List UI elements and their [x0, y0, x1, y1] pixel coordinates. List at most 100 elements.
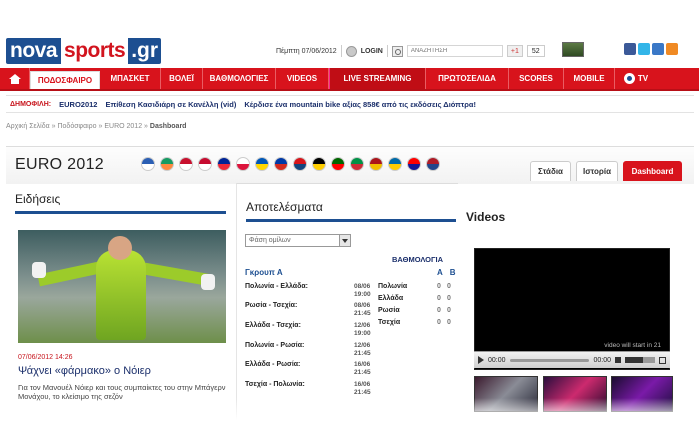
standings-b: 0 [447, 295, 451, 302]
news-section: Ειδήσεις [15, 192, 226, 214]
videos-section-title: Videos [466, 210, 506, 224]
nav-item-basketball[interactable]: ΜΠΑΣΚΕΤ [100, 68, 161, 89]
standings-team[interactable]: Τσεχία [378, 319, 400, 326]
search-icon[interactable] [391, 45, 403, 57]
photo-shape [141, 262, 209, 286]
flag-icon[interactable] [388, 157, 402, 171]
standings-team[interactable]: Ρωσία [378, 307, 400, 314]
news-headline[interactable]: Ψάχνει «φάρμακο» ο Νόιερ [18, 365, 151, 377]
photo-shape [96, 250, 146, 340]
match-datetime: 16/06 21:45 [354, 361, 371, 376]
match-datetime: 12/06 21:45 [354, 342, 371, 357]
team-flags [141, 157, 440, 171]
nav-item-scores[interactable]: SCORES [509, 68, 564, 89]
news-photo[interactable] [18, 230, 226, 343]
play-icon[interactable] [478, 356, 484, 364]
rss-icon[interactable] [666, 43, 678, 55]
phase-select[interactable]: Φάση ομίλων [245, 234, 351, 247]
match-teams[interactable]: Ελλάδα - Τσεχία: [245, 322, 301, 329]
facebook-icon[interactable] [624, 43, 636, 55]
nav-item-mobile[interactable]: MOBILE [564, 68, 615, 89]
flag-icon[interactable] [236, 157, 250, 171]
popular-bar: ΔΗΜΟΦΙΛΗ: EURO2012 Επίθεση Κασιδιάρη σε … [6, 95, 694, 113]
match-date: 12/06 [354, 342, 371, 349]
flag-icon[interactable] [160, 157, 174, 171]
nav-item-standings[interactable]: ΒΑΘΜΟΛΟΓΙΕΣ [203, 68, 276, 89]
tab-history[interactable]: Ιστορία [576, 161, 618, 181]
match-datetime: 08/06 21:45 [354, 302, 371, 317]
volume-icon[interactable] [615, 357, 621, 363]
breadcrumb-home[interactable]: Αρχική Σελίδα [6, 123, 50, 130]
flag-icon[interactable] [217, 157, 231, 171]
nav-item-football[interactable]: ΠΟΔΟΣΦΑΙΡΟ [30, 71, 100, 89]
flag-icon[interactable] [426, 157, 440, 171]
match-teams[interactable]: Πολωνία - Ρωσία: [245, 342, 304, 349]
flag-icon[interactable] [198, 157, 212, 171]
results-title-wrap: Αποτελέσματα [246, 200, 456, 222]
site-logo[interactable]: nova sports .gr [6, 38, 162, 64]
player-notice: video will start in 21 [604, 342, 661, 349]
chevron-down-icon[interactable] [339, 235, 350, 246]
standings-team[interactable]: Ελλάδα [378, 295, 403, 302]
match-teams[interactable]: Τσεχία - Πολωνία: [245, 381, 305, 388]
match-time: 21:45 [354, 388, 371, 396]
standings-team[interactable]: Πολωνία [378, 283, 407, 290]
nav-home[interactable] [0, 68, 30, 89]
popular-label: ΔΗΜΟΦΙΛΗ: [10, 100, 52, 108]
user-icon[interactable] [345, 45, 357, 57]
flag-icon[interactable] [255, 157, 269, 171]
logo-sports: sports [64, 39, 126, 62]
nav-item-live-streaming[interactable]: LIVE STREAMING [329, 68, 426, 89]
flag-icon[interactable] [312, 157, 326, 171]
nav-item-volleyball[interactable]: ΒΟΛΕΪ [161, 68, 203, 89]
flag-icon[interactable] [293, 157, 307, 171]
standings-a: 0 [437, 295, 441, 302]
google-plus-count: 52 [526, 45, 545, 57]
popular-link[interactable]: Κέρδισε ένα mountain bike αξίας 858€ από… [244, 100, 476, 109]
breadcrumb-euro[interactable]: EURO 2012 [104, 123, 142, 130]
login-link[interactable]: LOGIN [361, 48, 383, 55]
match-datetime: 12/06 19:00 [354, 322, 371, 337]
news-section-title: Ειδήσεις [15, 192, 226, 214]
twitter-icon[interactable] [638, 43, 650, 55]
header-ad-thumbnail[interactable] [562, 42, 584, 57]
flag-icon[interactable] [369, 157, 383, 171]
divider [386, 45, 388, 57]
nav-item-tv[interactable]: TV [615, 68, 657, 89]
tab-stadiums[interactable]: Στάδια [530, 161, 571, 181]
popular-link[interactable]: EURO2012 [59, 100, 97, 109]
match-teams[interactable]: Πολωνία - Ελλάδα: [245, 283, 308, 290]
standings-b: 0 [447, 283, 451, 290]
breadcrumb-football[interactable]: Ποδόσφαιρο [57, 123, 96, 130]
flag-icon[interactable] [350, 157, 364, 171]
standings-b: 0 [447, 307, 451, 314]
tab-dashboard[interactable]: Dashboard [623, 161, 682, 181]
flag-icon[interactable] [274, 157, 288, 171]
google-plus-button[interactable]: +1 [506, 45, 523, 57]
videos-section: Videos [466, 210, 680, 224]
col-a-label: A [437, 268, 443, 277]
player-seek-bar[interactable] [509, 358, 590, 362]
current-date: Πέμπτη 07/06/2012 [276, 47, 337, 55]
standings-a: 0 [437, 283, 441, 290]
flag-icon[interactable] [331, 157, 345, 171]
flag-icon[interactable] [179, 157, 193, 171]
phase-select-value: Φάση ομίλων [249, 237, 291, 244]
standings-columns-label: A B [437, 268, 456, 277]
search-input[interactable] [406, 45, 503, 57]
youtube-icon[interactable] [652, 43, 664, 55]
fullscreen-icon[interactable] [659, 356, 666, 364]
photo-shape [201, 274, 215, 290]
popular-link[interactable]: Επίθεση Κασιδιάρη σε Κανέλλη (vid) [105, 100, 236, 109]
volume-slider[interactable] [625, 357, 655, 363]
match-teams[interactable]: Ρωσία - Τσεχία: [245, 302, 297, 309]
flag-icon[interactable] [407, 157, 421, 171]
logo-nova: nova [6, 38, 62, 64]
nav-item-videos[interactable]: VIDEOS [276, 68, 329, 89]
match-datetime: 16/06 21:45 [354, 381, 371, 396]
group-label[interactable]: Γκρουπ Α [245, 268, 283, 277]
flag-icon[interactable] [141, 157, 155, 171]
nav-item-front-pages[interactable]: ΠΡΩΤΟΣΕΛΙΔΑ [426, 68, 509, 89]
player-duration: 00:00 [593, 356, 611, 364]
match-teams[interactable]: Ελλάδα - Ρωσία: [245, 361, 300, 368]
